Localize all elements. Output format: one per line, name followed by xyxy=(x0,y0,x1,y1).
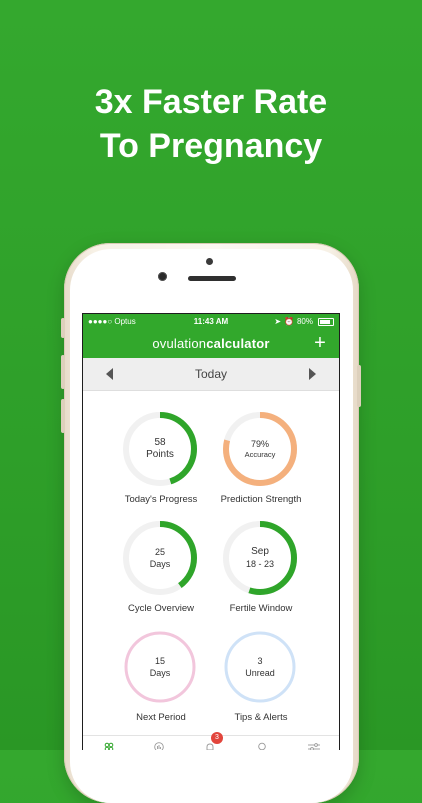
app-header: ●●●●○ Optus 11:43 AM ➤ ⏰ 80% ovulationca… xyxy=(83,314,339,358)
earpiece-speaker xyxy=(188,276,236,281)
logo-text-calculator: calculator xyxy=(206,336,270,351)
tile-prediction-strength[interactable]: 79% Accuracy Prediction Strength xyxy=(203,395,319,505)
tile-cycle-overview[interactable]: 25 Days Cycle Overview xyxy=(103,504,219,614)
tile-unit: Days xyxy=(149,558,171,569)
logo-text-ovulation: ovulation xyxy=(152,336,207,351)
tile-unit: Points xyxy=(146,449,174,460)
date-title: Today xyxy=(194,367,228,381)
tile-label: Tips & Alerts xyxy=(234,712,288,723)
front-camera xyxy=(158,272,167,281)
tab-dashboard[interactable] xyxy=(104,739,114,750)
power-button xyxy=(357,365,361,407)
volume-up-button xyxy=(61,355,65,389)
app-screen: ●●●●○ Optus 11:43 AM ➤ ⏰ 80% ovulationca… xyxy=(82,313,340,750)
mute-switch xyxy=(61,318,65,338)
tile-value: Sep xyxy=(251,546,269,557)
headline-line-1: 3x Faster Rate xyxy=(94,83,328,121)
next-day-arrow-icon[interactable] xyxy=(309,368,316,380)
proximity-sensor xyxy=(206,258,213,265)
tab-alerts[interactable]: 3 xyxy=(205,732,223,750)
tile-unit: Accuracy xyxy=(244,449,276,459)
tile-value: 25 xyxy=(154,546,165,557)
tile-next-period[interactable]: 15 Days Next Period xyxy=(103,613,219,723)
alerts-badge: 3 xyxy=(211,732,223,744)
tab-charts[interactable] xyxy=(154,739,164,750)
add-button[interactable]: + xyxy=(311,333,329,353)
tile-unit: Days xyxy=(149,667,171,678)
lightbulb-icon xyxy=(258,742,266,750)
tile-value: 58 xyxy=(154,437,166,448)
alarm-icon: ⏰ xyxy=(284,317,294,326)
tile-tips-alerts[interactable]: 3 Unread Tips & Alerts xyxy=(203,613,319,723)
app-logo: ovulationcalculator xyxy=(83,334,339,354)
tile-todays-progress[interactable]: 58 Points Today's Progress xyxy=(103,395,219,505)
tile-unit: Unread xyxy=(245,667,275,678)
tile-fertile-window[interactable]: Sep 18 - 23 Fertile Window xyxy=(203,504,319,614)
battery-percent: 80% xyxy=(296,317,313,326)
tab-tips[interactable] xyxy=(257,739,267,750)
tab-bar: 3 xyxy=(83,732,339,750)
dashboard-icon xyxy=(104,742,114,750)
chart-icon xyxy=(154,742,164,750)
tile-value: 15 xyxy=(154,655,165,666)
tile-unit: 18 - 23 xyxy=(245,559,275,569)
tab-settings[interactable] xyxy=(308,739,320,750)
tile-value: 79% xyxy=(250,438,269,449)
tile-value: 3 xyxy=(257,655,263,666)
tile-label: Next Period xyxy=(136,712,186,723)
battery-icon xyxy=(318,318,334,326)
headline-line-2: To Pregnancy xyxy=(99,127,323,165)
status-bar: ●●●●○ Optus 11:43 AM ➤ ⏰ 80% xyxy=(83,314,339,330)
settings-sliders-icon xyxy=(308,743,320,750)
status-right: ➤ ⏰ 80% xyxy=(274,314,334,330)
location-icon: ➤ xyxy=(274,317,282,326)
volume-down-button xyxy=(61,399,65,433)
date-navigator: Today xyxy=(83,358,339,391)
